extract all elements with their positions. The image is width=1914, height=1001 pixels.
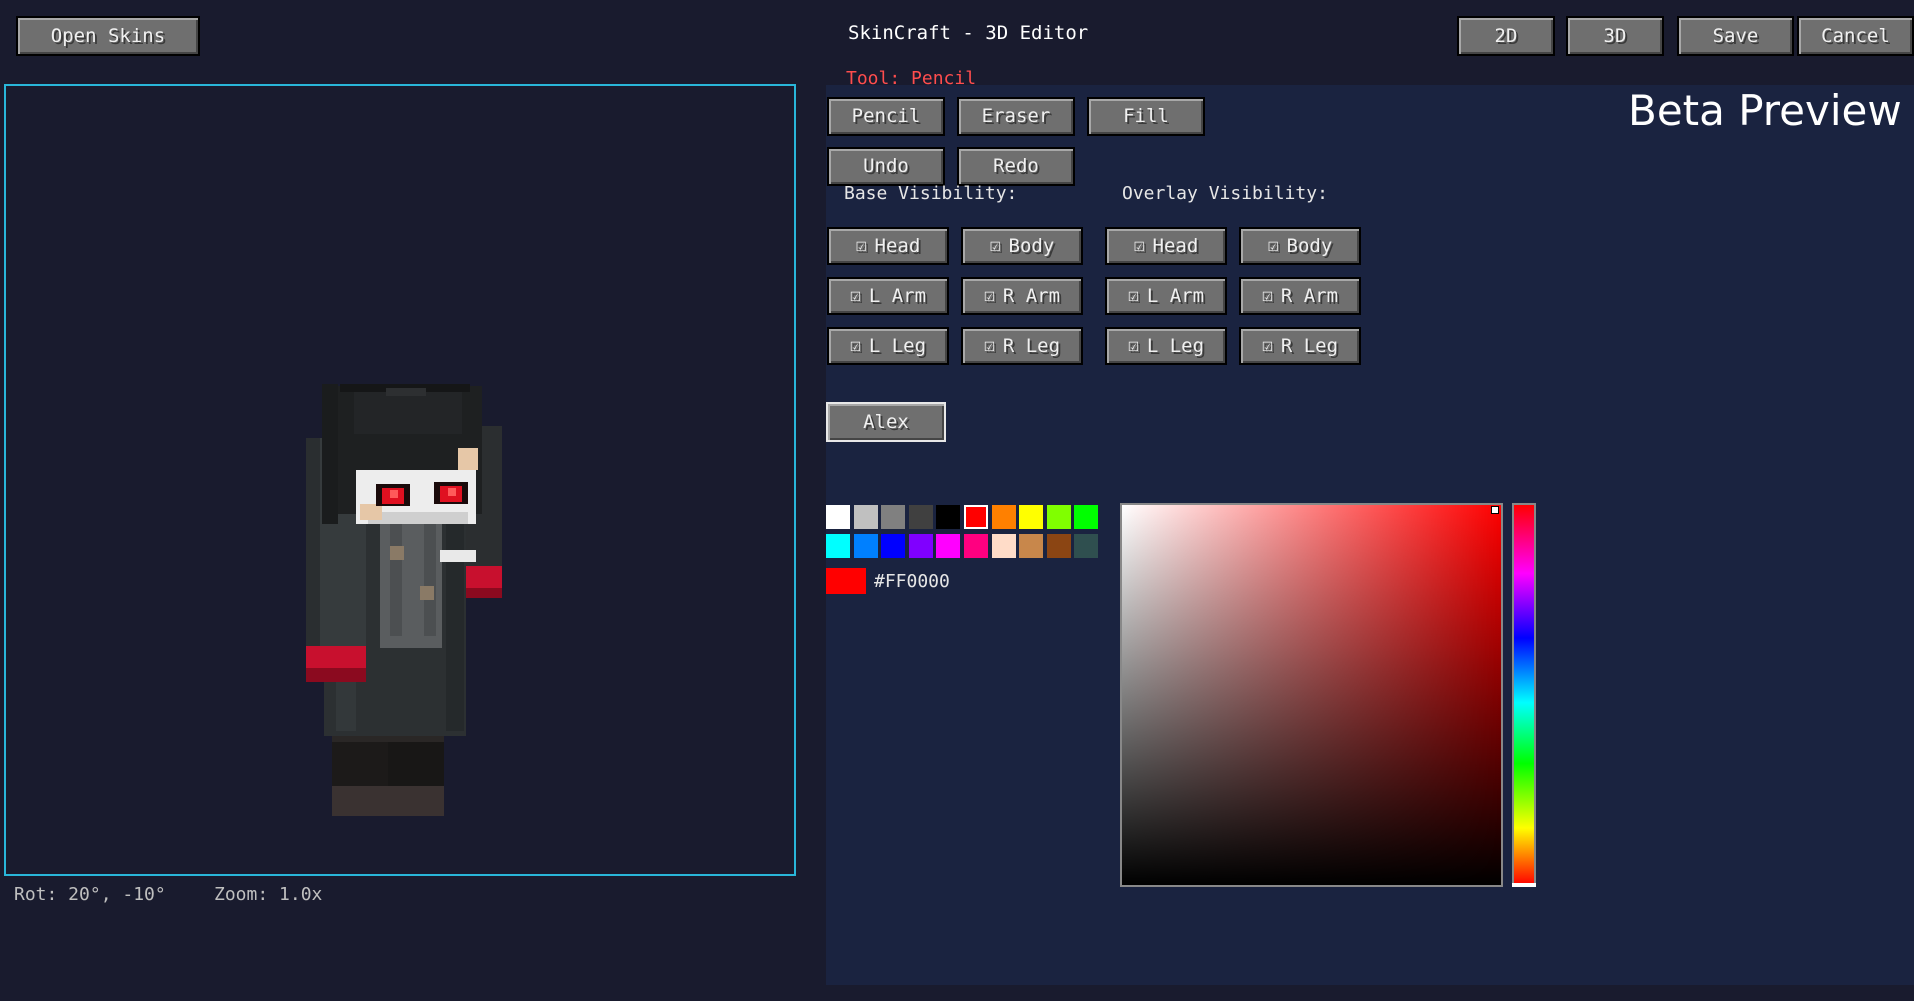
rotation-readout: Rot: 20°, -10° <box>14 884 166 905</box>
palette-swatch[interactable] <box>991 505 1016 529</box>
overlay-toggle-l-leg[interactable]: ☑ L Leg <box>1105 327 1227 365</box>
palette-swatch[interactable] <box>936 505 961 529</box>
skin-model-preview <box>306 384 502 816</box>
undo-button[interactable]: Undo <box>827 147 945 186</box>
view-3d-button[interactable]: 3D <box>1566 16 1664 56</box>
eraser-tool-button[interactable]: Eraser <box>957 97 1075 136</box>
overlay-toggle-r-leg[interactable]: ☑ R Leg <box>1239 327 1361 365</box>
overlay-toggle-body[interactable]: ☑ Body <box>1239 227 1361 265</box>
palette-swatch[interactable] <box>908 534 933 558</box>
palette-swatch[interactable] <box>1019 505 1044 529</box>
checkbox-checked-icon: ☑ <box>1261 285 1273 306</box>
zoom-readout: Zoom: 1.0x <box>214 884 323 905</box>
palette-swatch[interactable] <box>964 534 988 558</box>
checkbox-checked-icon: ☑ <box>855 235 867 256</box>
palette-swatch[interactable] <box>881 505 906 529</box>
pencil-tool-button[interactable]: Pencil <box>827 97 945 136</box>
redo-button[interactable]: Redo <box>957 147 1075 186</box>
overlay-visibility-label: Overlay Visibility: <box>1122 183 1328 204</box>
palette-swatch[interactable] <box>853 505 878 529</box>
base-toggle-r-leg[interactable]: ☑ R Leg <box>961 327 1083 365</box>
checkbox-checked-icon: ☑ <box>989 235 1001 256</box>
palette-swatch[interactable] <box>1019 534 1044 558</box>
overlay-toggle-head[interactable]: ☑ Head <box>1105 227 1227 265</box>
cancel-button[interactable]: Cancel <box>1797 16 1914 56</box>
checkbox-checked-icon: ☑ <box>1127 285 1139 306</box>
checkbox-checked-icon: ☑ <box>849 285 861 306</box>
fill-tool-button[interactable]: Fill <box>1087 97 1205 136</box>
hue-slider-handle[interactable] <box>1512 883 1536 887</box>
palette-swatch[interactable] <box>853 534 878 558</box>
current-color-swatch <box>826 568 866 594</box>
palette-swatch[interactable] <box>908 505 933 529</box>
checkbox-checked-icon: ☑ <box>1267 235 1279 256</box>
palette-swatch[interactable] <box>826 534 850 558</box>
palette-swatch[interactable] <box>936 534 961 558</box>
window-title: SkinCraft - 3D Editor <box>848 22 1089 44</box>
palette-swatch[interactable] <box>1074 505 1099 529</box>
base-toggle-head[interactable]: ☑ Head <box>827 227 949 265</box>
checkbox-checked-icon: ☑ <box>849 335 861 356</box>
base-visibility-label: Base Visibility: <box>844 183 1018 204</box>
saturation-value-picker[interactable] <box>1120 503 1503 887</box>
sv-picker-cursor[interactable] <box>1491 506 1499 514</box>
overlay-toggle-l-arm[interactable]: ☑ L Arm <box>1105 277 1227 315</box>
checkbox-checked-icon: ☑ <box>1127 335 1139 356</box>
checkbox-checked-icon: ☑ <box>983 335 995 356</box>
open-skins-button[interactable]: Open Skins <box>16 16 200 56</box>
palette-swatch[interactable] <box>991 534 1016 558</box>
base-toggle-l-arm[interactable]: ☑ L Arm <box>827 277 949 315</box>
palette-swatch[interactable] <box>881 534 906 558</box>
palette-swatch[interactable] <box>1046 505 1071 529</box>
palette-swatch[interactable] <box>964 505 988 529</box>
overlay-toggle-r-arm[interactable]: ☑ R Arm <box>1239 277 1361 315</box>
skin-3d-viewport[interactable] <box>4 84 796 876</box>
base-toggle-l-leg[interactable]: ☑ L Leg <box>827 327 949 365</box>
color-palette <box>826 505 1106 559</box>
save-button[interactable]: Save <box>1677 16 1794 56</box>
base-toggle-body[interactable]: ☑ Body <box>961 227 1083 265</box>
current-color-hex: #FF0000 <box>874 571 950 592</box>
checkbox-checked-icon: ☑ <box>983 285 995 306</box>
checkbox-checked-icon: ☑ <box>1261 335 1273 356</box>
beta-preview-label: Beta Preview <box>1628 86 1902 135</box>
hue-slider[interactable] <box>1512 503 1536 887</box>
view-2d-button[interactable]: 2D <box>1457 16 1555 56</box>
base-toggle-r-arm[interactable]: ☑ R Arm <box>961 277 1083 315</box>
palette-swatch[interactable] <box>1046 534 1071 558</box>
palette-swatch[interactable] <box>1074 534 1099 558</box>
model-alex-button[interactable]: Alex <box>826 402 946 442</box>
checkbox-checked-icon: ☑ <box>1133 235 1145 256</box>
palette-swatch[interactable] <box>826 505 850 529</box>
